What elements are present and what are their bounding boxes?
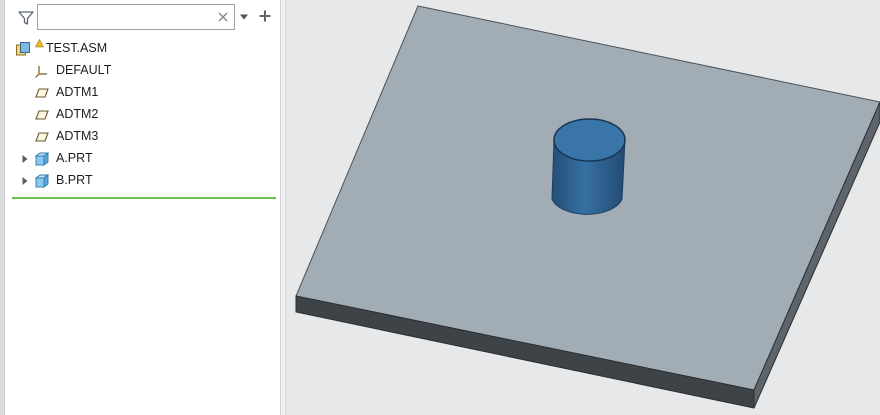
part-icon (34, 173, 50, 189)
coordinate-system-icon (34, 63, 50, 79)
tree-item-a-prt[interactable]: A.PRT (5, 148, 275, 170)
tree-search-input[interactable] (42, 6, 216, 30)
tree-item-label: ADTM1 (56, 85, 99, 99)
part-icon (34, 151, 50, 167)
expand-arrow-icon[interactable] (20, 176, 30, 186)
tree-search-box[interactable] (37, 4, 235, 30)
chevron-down-icon[interactable] (239, 13, 249, 21)
tree-item-adtm2[interactable]: ADTM2 (5, 104, 275, 126)
3d-model-canvas[interactable] (286, 0, 880, 415)
warning-triangle-icon (35, 39, 44, 48)
tree-root-label: TEST.ASM (46, 41, 108, 55)
tree-item-label: DEFAULT (56, 63, 112, 77)
datum-plane-icon (34, 85, 50, 101)
graphics-viewport[interactable] (286, 0, 880, 415)
assembly-icon (15, 41, 31, 57)
model-tree-panel: TEST.ASM DEFAULT ADTM1 ADTM2 ADTM3 A.PRT… (5, 0, 281, 415)
tree-item-label: A.PRT (56, 151, 93, 165)
cylinder-boss[interactable] (551, 118, 626, 215)
tree-root-item[interactable]: TEST.ASM (5, 38, 275, 60)
datum-plane-icon (34, 107, 50, 123)
tree-item-adtm3[interactable]: ADTM3 (5, 126, 275, 148)
insert-here-line[interactable] (12, 197, 276, 199)
datum-plane-icon (34, 129, 50, 145)
tree-item-default[interactable]: DEFAULT (5, 60, 275, 82)
clear-x-icon[interactable] (217, 11, 229, 23)
plus-icon[interactable] (258, 9, 272, 23)
filter-funnel-icon[interactable] (17, 9, 35, 27)
expand-arrow-icon[interactable] (20, 154, 30, 164)
tree-item-label: B.PRT (56, 173, 93, 187)
tree-item-label: ADTM3 (56, 129, 99, 143)
tree-item-b-prt[interactable]: B.PRT (5, 170, 275, 192)
tree-item-label: ADTM2 (56, 107, 99, 121)
tree-item-adtm1[interactable]: ADTM1 (5, 82, 275, 104)
